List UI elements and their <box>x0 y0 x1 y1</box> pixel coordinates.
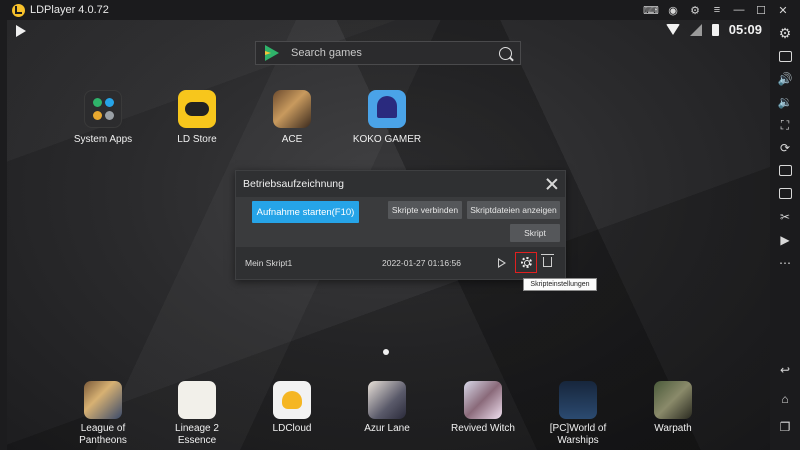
app-world-of-warships[interactable]: [PC]World of Warships <box>538 381 618 447</box>
play-icon <box>16 25 26 37</box>
koko-gamer-icon <box>368 90 406 128</box>
app-koko-gamer[interactable]: KOKO GAMER <box>347 90 427 146</box>
fullscreen-icon[interactable]: ⛶ <box>777 118 793 132</box>
play-script-icon[interactable] <box>498 258 506 268</box>
maximize-icon[interactable]: ☐ <box>750 0 772 20</box>
record-icon[interactable] <box>777 187 793 201</box>
app-label: Warpath <box>654 423 692 434</box>
app-label: Lineage 2 Essence <box>175 423 219 446</box>
rotate-icon[interactable]: ⟳ <box>777 141 793 155</box>
settings-icon[interactable]: ⚙ <box>777 26 793 40</box>
system-apps-icon <box>84 90 122 128</box>
app-azur-lane[interactable]: Azur Lane <box>347 381 427 435</box>
gear-icon <box>520 257 532 268</box>
menu-icon[interactable]: ≡ <box>706 0 728 20</box>
script-date: 2022-01-27 01:16:56 <box>382 258 461 268</box>
revived-witch-icon <box>464 381 502 419</box>
home-icon[interactable]: ⌂ <box>777 392 793 406</box>
script-settings-button[interactable] <box>515 252 537 273</box>
dialog-toolbar: Aufnahme starten(F10) Skripte verbinden … <box>236 197 565 247</box>
dialog-close-icon[interactable] <box>546 178 558 190</box>
script-button[interactable]: Skript <box>510 224 560 242</box>
app-warpath[interactable]: Warpath <box>633 381 713 435</box>
back-icon[interactable]: ↩ <box>777 363 793 377</box>
video-icon[interactable]: ▶ <box>777 233 793 247</box>
app-label: ACE <box>281 134 303 145</box>
account-icon[interactable]: ◉ <box>662 0 684 20</box>
ld-store-icon <box>178 90 216 128</box>
google-play-icon <box>265 45 279 61</box>
signal-icon <box>689 23 702 36</box>
right-toolbar: ⚙ 🔊 🔉 ⛶ ⟳ ✂ ▶ ⋯ ↩ ⌂ ❐ <box>770 20 800 450</box>
app-lineage-2-essence[interactable]: Lineage 2 Essence <box>156 381 238 447</box>
volume-up-icon[interactable]: 🔊 <box>777 72 793 86</box>
title-bar: LDPlayer 4.0.72 ⌨ ◉ ⚙ ≡ — ☐ ✕ <box>0 0 800 20</box>
world-of-warships-icon <box>559 381 597 419</box>
app-label: Revived Witch <box>451 423 515 434</box>
start-recording-button[interactable]: Aufnahme starten(F10) <box>252 201 359 223</box>
ldcloud-icon <box>273 381 311 419</box>
app-label: LDCloud <box>272 423 312 434</box>
script-row: Mein Skript1 2022-01-27 01:16:56 <box>236 247 565 279</box>
app-label: KOKO GAMER <box>352 134 422 145</box>
app-ld-store[interactable]: LD Store <box>157 90 237 146</box>
operation-recording-dialog: Betriebsaufzeichnung Aufnahme starten(F1… <box>235 170 566 280</box>
app-system-apps[interactable]: System Apps <box>63 90 143 146</box>
battery-icon <box>711 23 719 36</box>
app-revived-witch[interactable]: Revived Witch <box>443 381 523 435</box>
azur-lane-icon <box>368 381 406 419</box>
android-status-bar: 05:09 <box>7 20 770 42</box>
ldplayer-logo-icon <box>12 3 25 17</box>
minimize-icon[interactable]: — <box>728 0 750 20</box>
show-script-files-button[interactable]: Skriptdateien anzeigen <box>467 201 560 219</box>
volume-down-icon[interactable]: 🔉 <box>777 95 793 109</box>
keyboard-icon[interactable] <box>777 50 793 64</box>
apk-icon[interactable] <box>777 164 793 178</box>
lineage-2-essence-icon <box>178 381 216 419</box>
dialog-title: Betriebsaufzeichnung <box>243 178 344 190</box>
connect-scripts-button[interactable]: Skripte verbinden <box>388 201 462 219</box>
script-settings-tooltip: Skripteinstellungen <box>523 278 597 291</box>
app-ace[interactable]: ACE <box>252 90 332 146</box>
search-icon[interactable] <box>499 47 512 60</box>
settings-icon[interactable]: ⚙ <box>684 0 706 20</box>
app-label: Azur Lane <box>364 423 410 434</box>
wifi-icon <box>665 24 680 35</box>
app-label: [PC]World of Warships <box>549 423 607 446</box>
app-league-of-pantheons[interactable]: League of Pantheons <box>63 381 143 447</box>
gamepad-icon[interactable]: ⌨ <box>640 0 662 20</box>
ace-game-icon <box>273 90 311 128</box>
script-name: Mein Skript1 <box>245 258 293 268</box>
search-input[interactable]: Search games <box>291 47 362 59</box>
close-icon[interactable]: ✕ <box>772 0 794 20</box>
window-title: LDPlayer 4.0.72 <box>30 4 109 16</box>
league-of-pantheons-icon <box>84 381 122 419</box>
status-clock: 05:09 <box>728 22 762 37</box>
search-games-box[interactable]: Search games <box>255 41 521 65</box>
page-indicator-dot <box>383 349 389 355</box>
more-icon[interactable]: ⋯ <box>777 256 793 270</box>
cut-icon[interactable]: ✂ <box>777 210 793 224</box>
app-label: System Apps <box>73 134 133 145</box>
delete-script-icon[interactable] <box>541 254 554 267</box>
recent-apps-icon[interactable]: ❐ <box>777 420 793 434</box>
app-label: LD Store <box>177 134 217 145</box>
app-ldcloud[interactable]: LDCloud <box>252 381 332 435</box>
app-label: League of Pantheons <box>79 423 127 446</box>
warpath-icon <box>654 381 692 419</box>
